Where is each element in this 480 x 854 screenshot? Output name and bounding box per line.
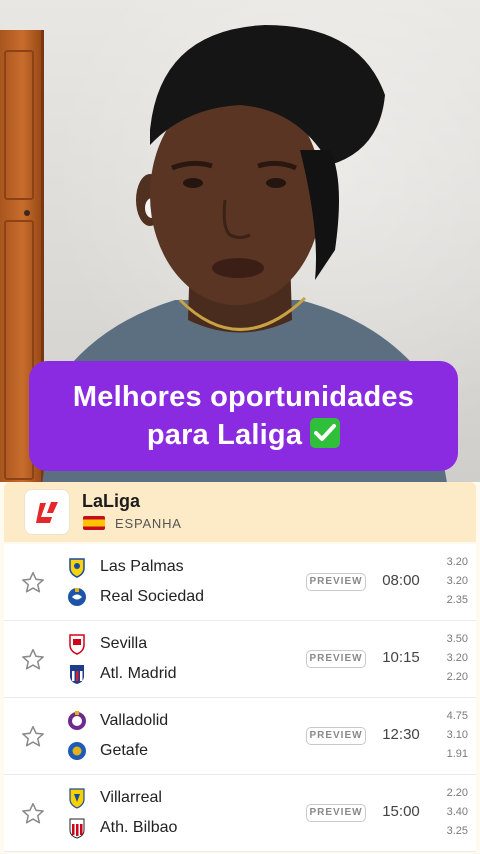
away-team[interactable]: Atl. Madrid	[66, 663, 176, 685]
athletic-bilbao-crest-icon	[66, 817, 88, 839]
odds-draw[interactable]: 3.40	[428, 803, 468, 822]
villarreal-crest-icon	[66, 787, 88, 809]
home-team[interactable]: Las Palmas	[66, 556, 184, 578]
match-row[interactable]: Sevilla Atl. Madrid PREVIEW 10:15 3.50 3…	[4, 621, 476, 698]
match-row[interactable]: Villarreal Ath. Bilbao PREVIEW 15:00 2.2…	[4, 775, 476, 852]
odds-away[interactable]: 2.20	[428, 668, 468, 687]
home-team-name: Las Palmas	[100, 558, 184, 575]
odds-column[interactable]: 3.20 3.20 2.35	[428, 553, 468, 610]
caption-line-2-wrap: para Laliga	[146, 416, 341, 454]
kickoff-time: 12:30	[382, 726, 420, 743]
odds-draw[interactable]: 3.20	[428, 649, 468, 668]
caption-line-2: para Laliga	[146, 419, 303, 451]
league-card: LaLiga ESPANHA Las Palmas Real Sociedad …	[0, 482, 480, 854]
odds-home[interactable]: 3.20	[428, 553, 468, 572]
away-team-name: Ath. Bilbao	[100, 819, 178, 836]
match-row[interactable]: Las Palmas Real Sociedad PREVIEW 08:00 3…	[4, 544, 476, 621]
home-team[interactable]: Sevilla	[66, 633, 147, 655]
caption-line-1: Melhores oportunidades	[72, 381, 415, 413]
match-row[interactable]: Valladolid Getafe PREVIEW 12:30 4.75 3.1…	[4, 698, 476, 775]
odds-home[interactable]: 4.75	[428, 707, 468, 726]
preview-badge[interactable]: PREVIEW	[306, 727, 366, 745]
odds-away[interactable]: 2.35	[428, 591, 468, 610]
home-team-name: Valladolid	[100, 712, 169, 729]
odds-column[interactable]: 3.50 3.20 2.20	[428, 630, 468, 687]
las-palmas-crest-icon	[66, 556, 88, 578]
favorite-star-icon[interactable]	[20, 724, 46, 750]
preview-badge[interactable]: PREVIEW	[306, 804, 366, 822]
sevilla-crest-icon	[66, 633, 88, 655]
odds-away[interactable]: 3.25	[428, 822, 468, 841]
league-country: ESPANHA	[115, 516, 182, 531]
spain-flag-icon	[83, 516, 105, 530]
atletico-madrid-crest-icon	[66, 663, 88, 685]
away-team-name: Atl. Madrid	[100, 665, 177, 682]
home-team[interactable]: Villarreal	[66, 787, 162, 809]
check-mark-icon	[310, 418, 341, 448]
laliga-logo-icon	[24, 489, 70, 535]
away-team[interactable]: Ath. Bilbao	[66, 817, 177, 839]
odds-column[interactable]: 4.75 3.10 1.91	[428, 707, 468, 764]
favorite-star-icon[interactable]	[20, 647, 46, 673]
kickoff-time: 08:00	[382, 572, 420, 589]
odds-draw[interactable]: 3.10	[428, 726, 468, 745]
favorite-star-icon[interactable]	[20, 570, 46, 596]
home-team[interactable]: Valladolid	[66, 710, 168, 732]
favorite-star-icon[interactable]	[20, 801, 46, 827]
away-team[interactable]: Real Sociedad	[66, 586, 204, 608]
odds-draw[interactable]: 3.20	[428, 572, 468, 591]
away-team-name: Getafe	[100, 742, 149, 759]
odds-away[interactable]: 1.91	[428, 745, 468, 764]
real-sociedad-crest-icon	[66, 586, 88, 608]
caption-banner: Melhores oportunidades para Laliga	[29, 361, 458, 471]
getafe-crest-icon	[66, 740, 88, 762]
odds-home[interactable]: 2.20	[428, 784, 468, 803]
away-team[interactable]: Getafe	[66, 740, 148, 762]
home-team-name: Sevilla	[100, 635, 148, 652]
preview-badge[interactable]: PREVIEW	[306, 573, 366, 591]
kickoff-time: 15:00	[382, 803, 420, 820]
odds-column[interactable]: 2.20 3.40 3.25	[428, 784, 468, 841]
away-team-name: Real Sociedad	[100, 588, 205, 605]
odds-home[interactable]: 3.50	[428, 630, 468, 649]
home-team-name: Villarreal	[100, 789, 162, 806]
match-list: Las Palmas Real Sociedad PREVIEW 08:00 3…	[4, 544, 476, 852]
league-header[interactable]: LaLiga ESPANHA	[4, 482, 476, 542]
valladolid-crest-icon	[66, 710, 88, 732]
league-name: LaLiga	[82, 491, 141, 511]
preview-badge[interactable]: PREVIEW	[306, 650, 366, 668]
kickoff-time: 10:15	[382, 649, 420, 666]
